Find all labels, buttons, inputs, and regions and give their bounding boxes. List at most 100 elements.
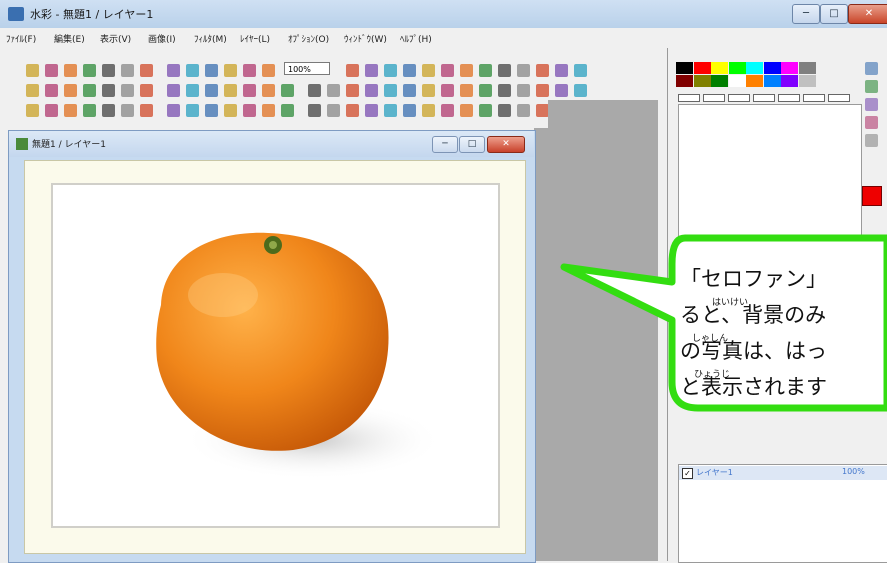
tb2-tool-icon[interactable] — [45, 84, 58, 97]
palette-swatch[interactable] — [693, 75, 711, 87]
document-maximize-button[interactable]: □ — [459, 136, 485, 153]
tb1-tool-icon[interactable] — [140, 64, 153, 77]
tb2-tool-icon[interactable] — [243, 84, 256, 97]
tb2-tool-icon[interactable] — [64, 84, 77, 97]
layer-visibility-checkbox[interactable]: ✓ — [682, 468, 693, 479]
tb3-tool-icon[interactable] — [441, 104, 454, 117]
tb1-tool-icon[interactable] — [224, 64, 237, 77]
palette-swatch[interactable] — [798, 75, 816, 87]
tb1-tool-icon[interactable] — [384, 64, 397, 77]
palette-swatch[interactable] — [711, 62, 729, 74]
custom-color-slot[interactable] — [803, 94, 825, 102]
tb2-tool-icon[interactable] — [384, 84, 397, 97]
tb1-tool-icon[interactable] — [365, 64, 378, 77]
tb3-tool-icon[interactable] — [243, 104, 256, 117]
palette-swatch[interactable] — [798, 62, 816, 74]
custom-color-slot[interactable] — [728, 94, 750, 102]
foreground-color-swatch[interactable] — [862, 186, 882, 206]
tb1-tool-icon[interactable] — [262, 64, 275, 77]
tb1-tool-icon[interactable] — [83, 64, 96, 77]
custom-color-slot[interactable] — [678, 94, 700, 102]
palette-swatch[interactable] — [676, 62, 693, 74]
color-palette[interactable] — [676, 62, 856, 92]
tb2-tool-icon[interactable] — [140, 84, 153, 97]
tb3-tool-icon[interactable] — [479, 104, 492, 117]
tb1-tool-icon[interactable] — [536, 64, 549, 77]
tb3-tool-icon[interactable] — [262, 104, 275, 117]
custom-color-slot[interactable] — [778, 94, 800, 102]
palette-swatch[interactable] — [728, 75, 746, 87]
tb1-tool-icon[interactable] — [403, 64, 416, 77]
side-tool-icon[interactable] — [865, 98, 878, 111]
menu-help[interactable]: ﾍﾙﾌﾟ(H) — [400, 32, 432, 45]
palette-swatch[interactable] — [781, 75, 799, 87]
tb3-tool-icon[interactable] — [205, 104, 218, 117]
tb1-tool-icon[interactable] — [517, 64, 530, 77]
tb2-tool-icon[interactable] — [281, 84, 294, 97]
menu-edit[interactable]: 編集(E) — [54, 32, 85, 45]
zoom-select[interactable]: 100% — [284, 62, 330, 75]
tb2-tool-icon[interactable] — [403, 84, 416, 97]
maximize-button[interactable]: □ — [820, 4, 848, 24]
tb2-tool-icon[interactable] — [83, 84, 96, 97]
tb1-tool-icon[interactable] — [186, 64, 199, 77]
tb1-tool-icon[interactable] — [460, 64, 473, 77]
tb2-tool-icon[interactable] — [167, 84, 180, 97]
tb1-tool-icon[interactable] — [243, 64, 256, 77]
palette-swatch[interactable] — [728, 62, 746, 74]
menu-window[interactable]: ｳｨﾝﾄﾞｳ(W) — [344, 32, 387, 45]
tb1-tool-icon[interactable] — [479, 64, 492, 77]
menu-options[interactable]: ｵﾌﾟｼｮﾝ(O) — [288, 32, 329, 45]
tb2-tool-icon[interactable] — [422, 84, 435, 97]
tb2-tool-icon[interactable] — [308, 84, 321, 97]
palette-swatch[interactable] — [676, 75, 693, 87]
tb1-tool-icon[interactable] — [102, 64, 115, 77]
tb1-tool-icon[interactable] — [422, 64, 435, 77]
tb2-tool-icon[interactable] — [121, 84, 134, 97]
tb2-tool-icon[interactable] — [460, 84, 473, 97]
menu-image[interactable]: 画像(I) — [148, 32, 176, 45]
tb1-tool-icon[interactable] — [555, 64, 568, 77]
tb1-tool-icon[interactable] — [45, 64, 58, 77]
orange-photo[interactable] — [51, 183, 500, 528]
tb3-tool-icon[interactable] — [498, 104, 511, 117]
tb1-tool-icon[interactable] — [498, 64, 511, 77]
custom-color-slot[interactable] — [703, 94, 725, 102]
side-tool-icon[interactable] — [865, 62, 878, 75]
tb2-tool-icon[interactable] — [365, 84, 378, 97]
minimize-button[interactable]: ─ — [792, 4, 820, 24]
tb1-tool-icon[interactable] — [121, 64, 134, 77]
palette-swatch[interactable] — [781, 62, 799, 74]
tb3-tool-icon[interactable] — [26, 104, 39, 117]
tb2-tool-icon[interactable] — [224, 84, 237, 97]
custom-color-slot[interactable] — [753, 94, 775, 102]
close-button[interactable]: ✕ — [848, 4, 887, 24]
tb1-tool-icon[interactable] — [205, 64, 218, 77]
document-minimize-button[interactable]: ─ — [432, 136, 458, 153]
tb2-tool-icon[interactable] — [479, 84, 492, 97]
tb3-tool-icon[interactable] — [403, 104, 416, 117]
tb3-tool-icon[interactable] — [102, 104, 115, 117]
palette-swatch[interactable] — [763, 62, 781, 74]
tb3-tool-icon[interactable] — [83, 104, 96, 117]
tb2-tool-icon[interactable] — [102, 84, 115, 97]
tb3-tool-icon[interactable] — [281, 104, 294, 117]
tb1-tool-icon[interactable] — [346, 64, 359, 77]
tb3-tool-icon[interactable] — [224, 104, 237, 117]
tb1-tool-icon[interactable] — [441, 64, 454, 77]
tb3-tool-icon[interactable] — [422, 104, 435, 117]
tb3-tool-icon[interactable] — [140, 104, 153, 117]
side-tool-icon[interactable] — [865, 134, 878, 147]
tb3-tool-icon[interactable] — [121, 104, 134, 117]
palette-swatch[interactable] — [746, 62, 764, 74]
tb2-tool-icon[interactable] — [26, 84, 39, 97]
tb3-tool-icon[interactable] — [64, 104, 77, 117]
tb2-tool-icon[interactable] — [517, 84, 530, 97]
menu-file[interactable]: ﾌｧｲﾙ(F) — [6, 32, 36, 45]
document-close-button[interactable]: ✕ — [487, 136, 525, 153]
custom-color-slots[interactable] — [678, 94, 853, 104]
tb2-tool-icon[interactable] — [327, 84, 340, 97]
side-tool-icon[interactable] — [865, 80, 878, 93]
tb2-tool-icon[interactable] — [441, 84, 454, 97]
tb3-tool-icon[interactable] — [308, 104, 321, 117]
